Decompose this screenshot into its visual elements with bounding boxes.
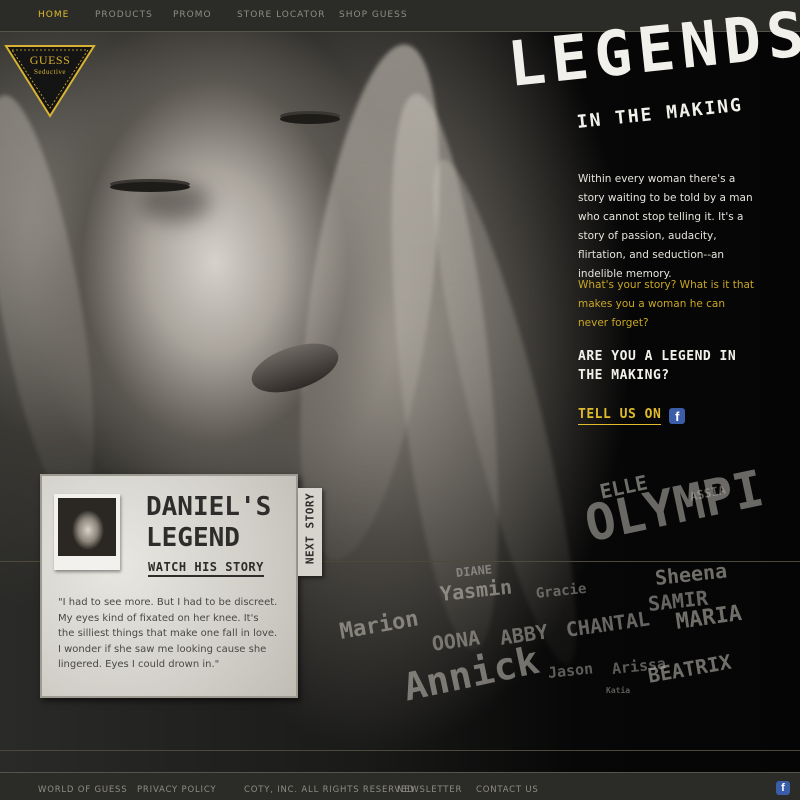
footer-newsletter[interactable]: NEWSLETTER — [397, 785, 462, 795]
footer: WORLD OF GUESS PRIVACY POLICY COTY, INC.… — [0, 772, 800, 800]
band-line — [0, 750, 800, 751]
nav-store-locator[interactable]: STORE LOCATOR — [237, 10, 325, 20]
footer-privacy-policy[interactable]: PRIVACY POLICY — [137, 785, 216, 795]
hair-strand — [0, 88, 116, 516]
intro-text: Within every woman there's a story waiti… — [578, 173, 753, 280]
facebook-icon[interactable]: f — [776, 781, 790, 795]
nav-home[interactable]: HOME — [38, 10, 69, 20]
story-quote: "I had to see more. But I had to be disc… — [58, 597, 278, 670]
guess-seductive-logo[interactable]: GUESS Seductive — [4, 44, 96, 118]
facebook-icon: f — [669, 408, 686, 424]
footer-world-of-guess[interactable]: WORLD OF GUESS — [38, 785, 127, 795]
story-question: What's your story? What is it that makes… — [578, 279, 755, 329]
footer-copyright: COTY, INC. ALL RIGHTS RESERVED — [244, 785, 415, 795]
legend-question: ARE YOU A LEGEND IN THE MAKING? — [578, 349, 737, 383]
next-story-label: NEXT STORY — [303, 492, 317, 565]
storyteller-photo — [54, 494, 120, 570]
story-title: DANIEL'S LEGEND — [146, 492, 272, 553]
eye-left — [110, 182, 190, 192]
nav-products[interactable]: PRODUCTS — [95, 10, 153, 20]
tell-us-label: TELL US ON — [578, 407, 662, 425]
footer-contact-us[interactable]: CONTACT US — [476, 785, 539, 795]
watch-story-link[interactable]: WATCH HIS STORY — [148, 560, 264, 577]
story-card: DANIEL'S LEGEND WATCH HIS STORY "I had t… — [40, 474, 298, 698]
storyteller-portrait — [58, 498, 116, 556]
logo-product: Seductive — [33, 68, 67, 76]
nav-shop-guess[interactable]: SHOP GUESS — [339, 10, 408, 20]
tell-us-facebook-link[interactable]: TELL US ON f — [578, 405, 686, 427]
next-story-button[interactable]: NEXT STORY — [298, 488, 322, 576]
nav-promo[interactable]: PROMO — [173, 10, 212, 20]
logo-brand: GUESS — [29, 53, 71, 67]
eye-right — [280, 114, 340, 124]
cloud-name: Katia — [606, 686, 631, 695]
